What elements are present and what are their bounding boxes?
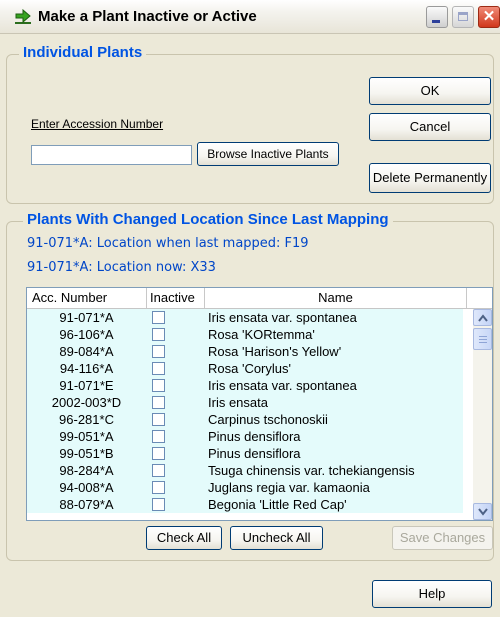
acc-number-cell: 96-281*C <box>59 412 114 427</box>
browse-inactive-button[interactable]: Browse Inactive Plants <box>197 142 339 166</box>
save-changes-button[interactable]: Save Changes <box>392 526 493 550</box>
plant-name-cell: Iris ensata var. spontanea <box>208 378 357 393</box>
grid-header: Acc. Number Inactive Name <box>27 288 492 309</box>
table-row[interactable]: 91-071*A Iris ensata var. spontanea <box>27 309 463 326</box>
table-row[interactable]: 99-051*B Pinus densiflora <box>27 445 463 462</box>
acc-number-cell: 99-051*B <box>59 446 114 461</box>
table-row[interactable]: 89-084*A Rosa 'Harison's Yellow' <box>27 343 463 360</box>
green-arrow-icon <box>15 9 31 24</box>
maximize-icon <box>458 12 468 21</box>
plant-name-cell: Juglans regia var. kamaonia <box>208 480 370 495</box>
check-all-button[interactable]: Check All <box>146 526 222 550</box>
table-row[interactable]: 96-106*A Rosa 'KORtemma' <box>27 326 463 343</box>
location-now-text: 91-071*A: Location now: X33 <box>27 260 216 275</box>
plant-name-cell: Rosa 'KORtemma' <box>208 327 315 342</box>
acc-number-cell: 98-284*A <box>59 463 114 478</box>
grid-rows: 91-071*A Iris ensata var. spontanea 96-106… <box>27 309 463 520</box>
close-button[interactable]: ✕ <box>478 6 500 28</box>
table-row[interactable]: 99-051*A Pinus densiflora <box>27 428 463 445</box>
delete-permanently-button[interactable]: Delete Permanently <box>369 163 491 193</box>
acc-number-cell: 99-051*A <box>59 429 114 444</box>
inactive-checkbox[interactable] <box>152 396 165 409</box>
title-bar[interactable]: Make a Plant Inactive or Active ✕ <box>0 0 500 34</box>
table-row[interactable]: 94-008*A Juglans regia var. kamaonia <box>27 479 463 496</box>
inactive-checkbox[interactable] <box>152 413 165 426</box>
table-row[interactable]: 98-284*A Tsuga chinensis var. tchekiangen… <box>27 462 463 479</box>
individual-plants-title: Individual Plants <box>19 44 147 61</box>
uncheck-all-button[interactable]: Uncheck All <box>230 526 323 550</box>
plant-name-cell: Rosa 'Harison's Yellow' <box>208 344 342 359</box>
location-last-mapped-text: 91-071*A: Location when last mapped: F19 <box>27 236 309 251</box>
acc-number-cell: 91-071*E <box>59 378 114 393</box>
inactive-checkbox[interactable] <box>152 362 165 375</box>
accession-input[interactable] <box>31 145 192 165</box>
inactive-checkbox[interactable] <box>152 498 165 511</box>
acc-number-cell: 96-106*A <box>59 327 114 342</box>
help-button[interactable]: Help <box>372 580 492 608</box>
ok-button[interactable]: OK <box>369 77 491 105</box>
table-row[interactable]: 91-071*E Iris ensata var. spontanea <box>27 377 463 394</box>
inactive-checkbox[interactable] <box>152 464 165 477</box>
inactive-checkbox[interactable] <box>152 311 165 324</box>
plants-grid: Acc. Number Inactive Name 91-071*A Iris e… <box>26 287 493 521</box>
scroll-thumb[interactable] <box>473 328 492 350</box>
table-row[interactable]: 96-281*C Carpinus tschonoskii <box>27 411 463 428</box>
plant-name-cell: Pinus densiflora <box>208 429 301 444</box>
column-header-acc-number[interactable]: Acc. Number <box>27 288 147 308</box>
plant-name-cell: Begonia 'Little Red Cap' <box>208 497 347 512</box>
inactive-checkbox[interactable] <box>152 345 165 358</box>
plant-name-cell: Carpinus tschonoskii <box>208 412 328 427</box>
plant-name-cell: Iris ensata <box>208 395 268 410</box>
column-header-inactive[interactable]: Inactive <box>147 288 205 308</box>
acc-number-cell: 94-008*A <box>59 480 114 495</box>
acc-number-cell: 89-084*A <box>59 344 114 359</box>
inactive-checkbox[interactable] <box>152 481 165 494</box>
inactive-checkbox[interactable] <box>152 447 165 460</box>
plant-name-cell: Tsuga chinensis var. tchekiangensis <box>208 463 415 478</box>
acc-number-cell: 94-116*A <box>59 361 114 376</box>
column-header-name[interactable]: Name <box>205 288 467 308</box>
acc-number-cell: 91-071*A <box>59 310 114 325</box>
scroll-up-arrow-icon <box>478 314 488 322</box>
maximize-button[interactable] <box>452 6 474 28</box>
plant-name-cell: Rosa 'Corylus' <box>208 361 291 376</box>
accession-label: Enter Accession Number <box>31 117 164 131</box>
minimize-button[interactable] <box>426 6 448 28</box>
scroll-down-button[interactable] <box>473 503 492 520</box>
dialog-window: Make a Plant Inactive or Active ✕ Indivi… <box>0 0 500 617</box>
plant-name-cell: Pinus densiflora <box>208 446 301 461</box>
close-icon: ✕ <box>482 8 496 25</box>
scroll-down-arrow-icon <box>478 508 488 516</box>
table-row[interactable]: 2002-003*D Iris ensata <box>27 394 463 411</box>
cancel-button[interactable]: Cancel <box>369 113 491 141</box>
changed-location-title: Plants With Changed Location Since Last … <box>23 211 393 228</box>
inactive-checkbox[interactable] <box>152 430 165 443</box>
plant-name-cell: Iris ensata var. spontanea <box>208 310 357 325</box>
vertical-scrollbar[interactable] <box>473 309 492 520</box>
table-row[interactable]: 94-116*A Rosa 'Corylus' <box>27 360 463 377</box>
table-row[interactable]: 88-079*A Begonia 'Little Red Cap' <box>27 496 463 513</box>
inactive-checkbox[interactable] <box>152 379 165 392</box>
acc-number-cell: 2002-003*D <box>51 395 122 410</box>
minimize-icon <box>432 20 440 23</box>
scroll-up-button[interactable] <box>473 309 492 326</box>
inactive-checkbox[interactable] <box>152 328 165 341</box>
window-title: Make a Plant Inactive or Active <box>38 8 257 25</box>
acc-number-cell: 88-079*A <box>59 497 114 512</box>
